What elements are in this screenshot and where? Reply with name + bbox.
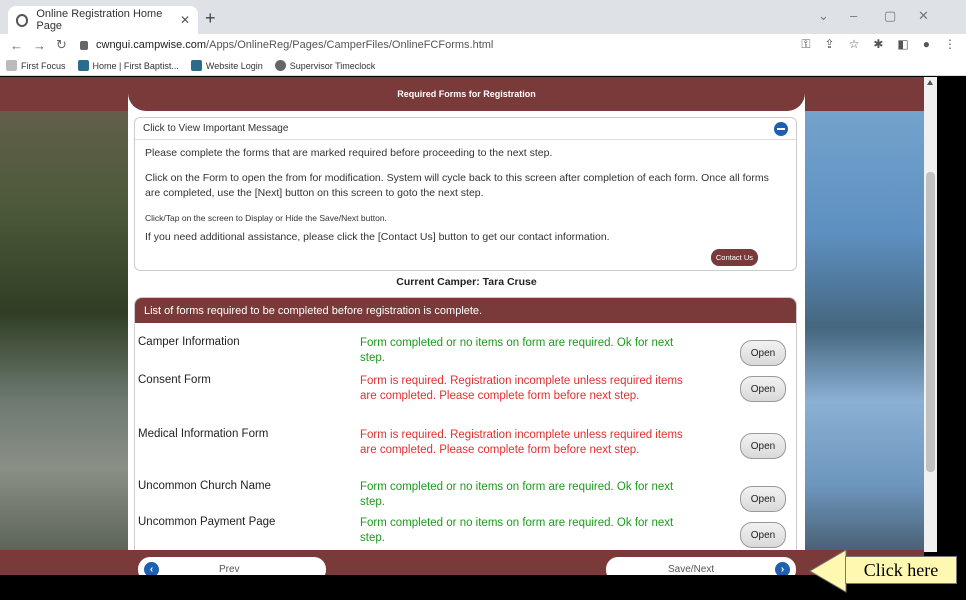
- message-panel: Click to View Important Message Please c…: [134, 117, 797, 271]
- form-name: Camper Information: [138, 336, 240, 348]
- globe-icon: [16, 13, 29, 27]
- message-text: If you need additional assistance, pleas…: [145, 231, 610, 243]
- current-camper: Current Camper: Tara Cruse: [396, 276, 537, 288]
- forward-icon[interactable]: →: [33, 38, 46, 53]
- menu-icon[interactable]: ⋮: [944, 37, 956, 52]
- profile-avatar[interactable]: ●: [923, 37, 930, 52]
- extensions-icon[interactable]: ✱: [873, 37, 883, 52]
- close-tab-icon[interactable]: ✕: [180, 13, 190, 27]
- scroll-up-icon[interactable]: [927, 80, 933, 85]
- form-name: Uncommon Church Name: [138, 480, 271, 492]
- close-window-icon[interactable]: ✕: [918, 8, 929, 24]
- contact-us-button[interactable]: Contact Us: [710, 249, 758, 266]
- tab-title: Online Registration Home Page: [36, 8, 163, 32]
- new-tab-icon[interactable]: +: [205, 8, 216, 29]
- bookmark-item[interactable]: Supervisor Timeclock: [274, 60, 375, 71]
- address-bar-row: ← → ↻ cwngui.campwise.com /Apps/OnlineRe…: [0, 34, 966, 56]
- prev-label: Prev: [219, 564, 240, 575]
- main-content: Required Forms for Registration Click to…: [128, 77, 805, 600]
- click-here-callout: Click here: [845, 556, 957, 584]
- form-name: Medical Information Form: [138, 428, 269, 440]
- form-status: Form is required. Registration incomplet…: [360, 375, 683, 402]
- forms-list-header: List of forms required to be completed b…: [135, 298, 796, 323]
- bookmark-item[interactable]: Website Login: [190, 60, 263, 71]
- background-photo-left: [0, 77, 128, 600]
- form-status: Form completed or no items on form are r…: [360, 517, 674, 544]
- form-name: Uncommon Payment Page: [138, 516, 276, 528]
- globe-icon: [274, 60, 286, 71]
- share-icon[interactable]: ⇪: [825, 37, 835, 52]
- scroll-thumb[interactable]: [926, 172, 935, 472]
- bookmark-icon: [77, 60, 89, 71]
- minimize-icon[interactable]: –: [850, 8, 857, 23]
- message-note: Click/Tap on the screen to Display or Hi…: [145, 213, 387, 223]
- page-viewport: Required Forms for Registration Click to…: [0, 77, 924, 600]
- open-button[interactable]: Open: [740, 340, 786, 366]
- open-button[interactable]: Open: [740, 486, 786, 512]
- bookmark-item[interactable]: First Focus: [6, 60, 66, 71]
- star-icon[interactable]: ☆: [849, 37, 860, 52]
- form-name: Consent Form: [138, 374, 211, 386]
- url-host: cwngui.campwise.com: [96, 39, 207, 51]
- form-status: Form completed or no items on form are r…: [360, 337, 674, 364]
- open-button[interactable]: Open: [740, 522, 786, 548]
- page-title: Required Forms for Registration: [128, 77, 805, 111]
- bookmark-item[interactable]: Home | First Baptist...: [77, 60, 179, 71]
- chevron-down-icon[interactable]: ⌄: [818, 8, 829, 24]
- message-text: Click on the Form to open the from for m…: [145, 172, 769, 199]
- page-scrollbar[interactable]: [924, 77, 937, 552]
- browser-tab[interactable]: Online Registration Home Page ✕: [8, 6, 198, 34]
- url-field[interactable]: cwngui.campwise.com /Apps/OnlineReg/Page…: [80, 34, 493, 56]
- message-toggle[interactable]: Click to View Important Message: [135, 118, 796, 140]
- key-icon[interactable]: ⚿: [801, 37, 810, 52]
- url-path: /Apps/OnlineReg/Pages/CamperFiles/Online…: [206, 39, 494, 51]
- bookmarks-bar: First Focus Home | First Baptist... Webs…: [0, 56, 966, 76]
- browser-tabbar: Online Registration Home Page ✕ + ⌄ – ▢ …: [0, 0, 966, 34]
- save-next-label: Save/Next: [668, 564, 715, 575]
- reload-icon[interactable]: ↻: [56, 37, 67, 53]
- restore-icon[interactable]: ▢: [884, 8, 896, 24]
- message-text: Please complete the forms that are marke…: [145, 147, 553, 159]
- back-icon[interactable]: ←: [10, 38, 23, 53]
- lock-icon: [80, 40, 88, 50]
- browser-actions: ⚿ ⇪ ☆ ✱ ◧ ● ⋮: [801, 37, 956, 52]
- collapse-icon[interactable]: [774, 122, 788, 136]
- open-button[interactable]: Open: [740, 433, 786, 459]
- sidepanel-icon[interactable]: ◧: [897, 37, 908, 52]
- bookmark-icon: [190, 60, 202, 71]
- form-status: Form is required. Registration incomplet…: [360, 429, 683, 456]
- message-header: Click to View Important Message: [143, 123, 289, 134]
- bookmark-icon: [6, 60, 17, 71]
- open-button[interactable]: Open: [740, 376, 786, 402]
- background-photo-right: [805, 77, 924, 600]
- form-status: Form completed or no items on form are r…: [360, 481, 674, 508]
